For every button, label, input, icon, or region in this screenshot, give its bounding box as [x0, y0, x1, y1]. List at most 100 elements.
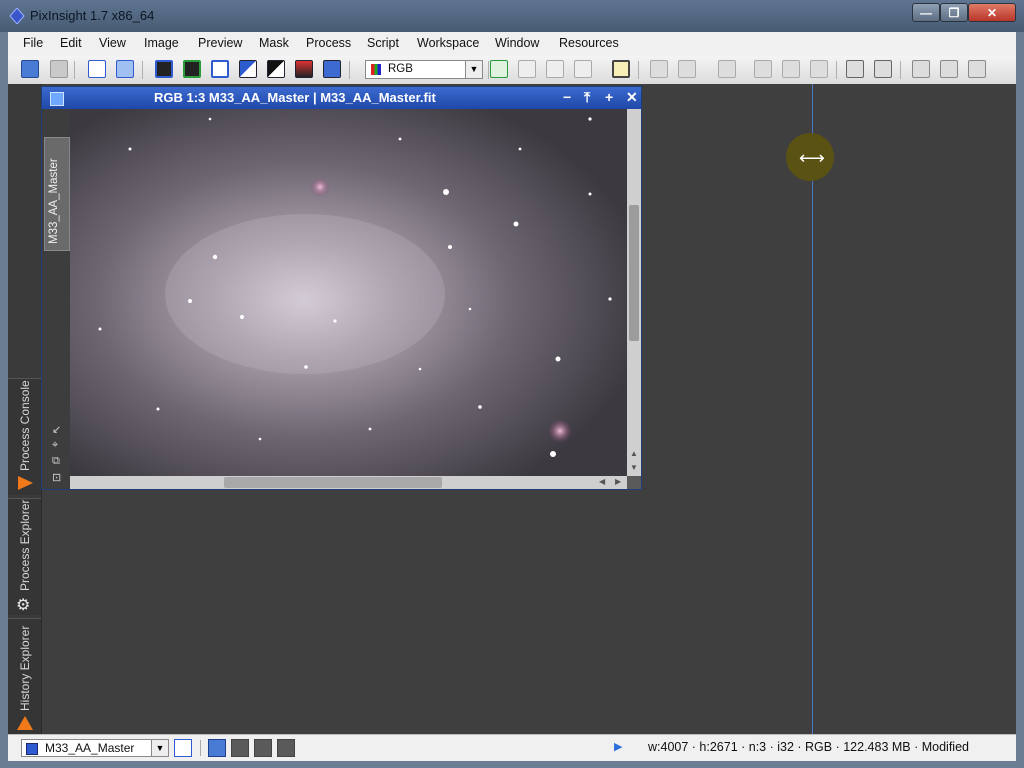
redo-icon[interactable]: [50, 60, 68, 78]
duplicate-icon[interactable]: [116, 60, 134, 78]
copy-icon[interactable]: [546, 60, 564, 78]
cascade-icon[interactable]: [940, 60, 958, 78]
view-identifier-tab[interactable]: M33_AA_Master: [44, 137, 70, 251]
toolbar-separator: [349, 61, 350, 79]
close-button[interactable]: ✕: [968, 3, 1016, 22]
stf-icon[interactable]: [239, 60, 257, 78]
zoom-out-icon[interactable]: [782, 60, 800, 78]
window-frame-bottom: [0, 760, 1024, 768]
new-preview-icon[interactable]: [490, 60, 508, 78]
paste-icon[interactable]: [574, 60, 592, 78]
previous-icon[interactable]: [650, 60, 668, 78]
sidebar-item-label: Process Console: [18, 380, 32, 471]
resize-horizontal-cursor-icon: ⟷: [799, 148, 825, 168]
menubar: File Edit View Image Preview Mask Proces…: [8, 32, 1016, 57]
new-image-icon[interactable]: [88, 60, 106, 78]
channel-select[interactable]: RGB ▼: [365, 60, 483, 79]
image-window-icon: [50, 92, 64, 106]
pixinsight-logo-icon: [9, 8, 25, 24]
menu-window[interactable]: Window: [495, 36, 539, 50]
scroll-left-icon[interactable]: ◀: [599, 477, 605, 486]
menu-process[interactable]: Process: [306, 36, 351, 50]
menu-resources[interactable]: Resources: [559, 36, 619, 50]
view-selector[interactable]: M33_AA_Master ▼: [21, 739, 169, 757]
orange-triangle-icon: [18, 476, 33, 490]
maximize-button[interactable]: ❐: [940, 3, 968, 22]
toolbar-separator: [900, 61, 901, 79]
readout-icon[interactable]: [612, 60, 630, 78]
sidebar-item-process-explorer[interactable]: Process Explorer ⚙: [8, 498, 41, 615]
restore-button[interactable]: +: [605, 89, 613, 105]
menu-script[interactable]: Script: [367, 36, 399, 50]
hand-icon[interactable]: [718, 60, 736, 78]
arrange-icon[interactable]: [968, 60, 986, 78]
scroll-right-icon[interactable]: ▶: [615, 477, 621, 486]
minimize-button[interactable]: —: [912, 3, 940, 22]
app-titlebar[interactable]: PixInsight 1.7 x86_64 — ❐ ✕: [0, 0, 1024, 32]
sidebar-item-label: History Explorer: [18, 625, 32, 711]
mode-pan-icon[interactable]: [254, 739, 272, 757]
mode-readout-icon[interactable]: [208, 739, 226, 757]
maximize-button[interactable]: ⤒: [584, 89, 590, 106]
shade-button[interactable]: −: [563, 89, 571, 105]
horizontal-scrollbar[interactable]: ◀ ▶: [70, 476, 627, 489]
sidebar-item-process-console[interactable]: Process Console: [8, 378, 41, 495]
close-button[interactable]: ✕: [626, 89, 638, 106]
zoom-in-icon[interactable]: [754, 60, 772, 78]
windows-icon[interactable]: ⧉: [52, 455, 60, 468]
view-channel-icon[interactable]: [183, 60, 201, 78]
chevron-down-icon[interactable]: ▼: [151, 740, 168, 756]
crosshair-icon[interactable]: ⌖: [52, 439, 58, 452]
display-function-icon[interactable]: [323, 60, 341, 78]
scroll-up-icon[interactable]: ▲: [630, 449, 638, 458]
mode-preview-icon[interactable]: [277, 739, 295, 757]
menu-view[interactable]: View: [99, 36, 126, 50]
invert-icon[interactable]: [267, 60, 285, 78]
align-right-icon[interactable]: [874, 60, 892, 78]
screen-transfer-icon[interactable]: [295, 60, 313, 78]
vertical-scrollbar[interactable]: ▲ ▼: [627, 109, 641, 476]
menu-edit[interactable]: Edit: [60, 36, 82, 50]
vertical-guide-line[interactable]: [812, 84, 813, 734]
menu-image[interactable]: Image: [144, 36, 179, 50]
app-title: PixInsight 1.7 x86_64: [30, 8, 155, 23]
align-left-icon[interactable]: [846, 60, 864, 78]
statusbar-separator: [200, 740, 201, 756]
toolbar-separator: [74, 61, 75, 79]
horizontal-scroll-thumb[interactable]: [224, 477, 442, 488]
view-rgb-icon[interactable]: [155, 60, 173, 78]
view-identifier-label: M33_AA_Master: [48, 158, 60, 244]
rgb-swatch-icon: [371, 64, 381, 75]
vertical-scroll-thumb[interactable]: [629, 205, 639, 341]
undo-icon[interactable]: [21, 60, 39, 78]
menu-workspace[interactable]: Workspace: [417, 36, 479, 50]
play-icon[interactable]: ▶: [614, 740, 622, 753]
scroll-down-icon[interactable]: ▼: [630, 463, 638, 472]
menu-preview[interactable]: Preview: [198, 36, 242, 50]
toolbar-separator: [638, 61, 639, 79]
mode-zoom-icon[interactable]: [231, 739, 249, 757]
new-view-icon[interactable]: [174, 739, 192, 757]
toolbar-separator: [142, 61, 143, 79]
menu-mask[interactable]: Mask: [259, 36, 289, 50]
menu-file[interactable]: File: [23, 36, 43, 50]
zoom-box-icon[interactable]: ⊡: [52, 471, 61, 484]
tile-icon[interactable]: [912, 60, 930, 78]
image-window-titlebar[interactable]: RGB 1:3 M33_AA_Master | M33_AA_Master.fi…: [42, 87, 641, 109]
arrow-down-left-icon[interactable]: ↙: [52, 423, 61, 436]
fit-view-icon[interactable]: [810, 60, 828, 78]
zoom-fit-icon[interactable]: [211, 60, 229, 78]
image-info: w:4007 · h:2671 · n:3 · i32 · RGB · 122.…: [648, 740, 969, 754]
statusbar: M33_AA_Master ▼ ▶ w:4007 · h:2671 · n:3 …: [8, 734, 1016, 761]
image-window-title: RGB 1:3 M33_AA_Master | M33_AA_Master.fi…: [154, 90, 436, 105]
edit-preview-icon[interactable]: [518, 60, 536, 78]
toolbar-separator: [488, 61, 489, 79]
main-toolbar: RGB ▼: [8, 56, 1016, 85]
sidebar-item-history-explorer[interactable]: History Explorer: [8, 618, 41, 735]
toolbar-separator: [836, 61, 837, 79]
view-selector-value: M33_AA_Master: [45, 741, 135, 755]
chevron-down-icon[interactable]: ▼: [465, 61, 482, 78]
image-canvas[interactable]: [70, 109, 627, 476]
next-icon[interactable]: [678, 60, 696, 78]
image-window[interactable]: RGB 1:3 M33_AA_Master | M33_AA_Master.fi…: [41, 86, 642, 490]
